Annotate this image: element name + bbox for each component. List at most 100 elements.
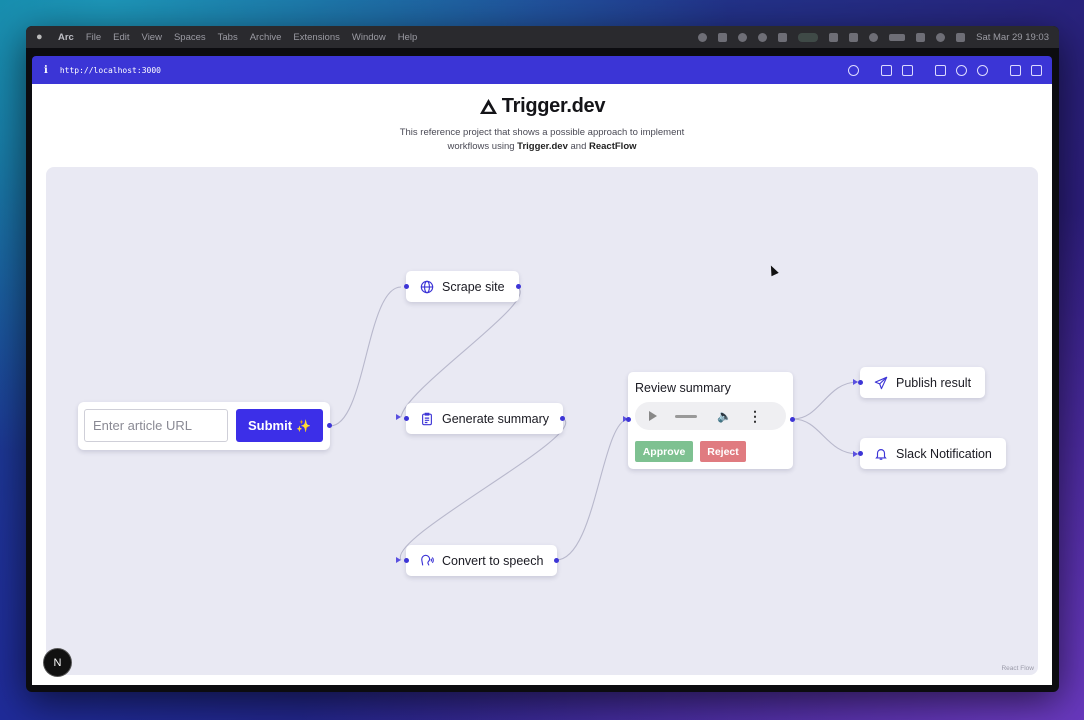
- tray-play-icon[interactable]: [869, 32, 879, 42]
- crosshair-icon[interactable]: [977, 64, 988, 76]
- review-title: Review summary: [635, 381, 731, 395]
- edge-scrape-summary: [400, 286, 521, 418]
- trigger-logo-icon: [479, 98, 497, 115]
- node-generate-summary[interactable]: Generate summary: [404, 403, 565, 434]
- node-label: Slack Notification: [896, 446, 992, 461]
- submit-button[interactable]: Submit ✨: [236, 409, 323, 442]
- submit-label: Submit: [247, 418, 293, 433]
- target-handle[interactable]: [858, 380, 863, 385]
- audio-player: 🔈 ⋮: [635, 402, 786, 430]
- camera-icon[interactable]: [902, 64, 913, 76]
- speech-icon: [421, 554, 434, 565]
- node-label: Scrape site: [442, 279, 505, 294]
- send-icon: [874, 376, 888, 389]
- browser-toolbar: i http://localhost:3000: [32, 56, 1052, 84]
- menu-file[interactable]: File: [86, 32, 101, 43]
- menu-help[interactable]: Help: [398, 32, 418, 43]
- play-icon[interactable]: [649, 411, 657, 421]
- volume-icon[interactable]: 🔈: [717, 409, 732, 423]
- source-handle[interactable]: [559, 416, 565, 421]
- menu-view[interactable]: View: [142, 32, 162, 43]
- edge-review-slack: [792, 418, 859, 455]
- edge-arrow-1: [396, 414, 401, 420]
- tray-record-icon[interactable]: [758, 32, 768, 42]
- menu-app-arc[interactable]: Arc: [58, 32, 74, 43]
- target-handle[interactable]: [404, 284, 409, 289]
- audio-progress[interactable]: [675, 414, 697, 418]
- tray-grid-icon[interactable]: [778, 32, 788, 42]
- browser-window: ● Arc File Edit View Spaces Tabs Archive…: [26, 26, 1059, 692]
- tray-wifi-icon[interactable]: [916, 32, 926, 42]
- bell-icon: [875, 448, 887, 460]
- node-label: Convert to speech: [442, 553, 544, 568]
- source-handle[interactable]: [515, 284, 521, 289]
- node-review-summary[interactable]: Review summary 🔈 ⋮ Approve Reject: [626, 372, 795, 469]
- menu-window[interactable]: Window: [352, 32, 386, 43]
- clipboard-icon: [422, 412, 432, 425]
- menu-archive[interactable]: Archive: [250, 32, 282, 43]
- input-node-source-handle[interactable]: [327, 423, 332, 428]
- reject-button[interactable]: Reject: [700, 441, 746, 462]
- tray-sun-icon[interactable]: [738, 32, 748, 42]
- menu-edit[interactable]: Edit: [113, 32, 129, 43]
- subtitle-and: and: [567, 141, 589, 152]
- edge-review-publish: [792, 381, 859, 420]
- target-handle[interactable]: [404, 416, 409, 421]
- tray-control-center-icon[interactable]: [956, 32, 966, 42]
- node-label: Generate summary: [442, 411, 549, 426]
- nextjs-dev-badge[interactable]: N: [44, 649, 71, 676]
- node-convert-to-speech[interactable]: Convert to speech: [404, 545, 560, 576]
- url-input-node: Submit ✨: [78, 402, 332, 450]
- menu-tabs[interactable]: Tabs: [218, 32, 238, 43]
- tray-search-icon[interactable]: [936, 32, 946, 42]
- edge-speech-review: [555, 418, 629, 561]
- subtitle-prefix: workflows using: [447, 141, 518, 152]
- edge-summary-speech: [399, 417, 567, 561]
- tray-bluetooth-icon[interactable]: [829, 32, 839, 42]
- brand-logo[interactable]: Trigger.dev: [32, 95, 1052, 118]
- site-info-icon[interactable]: i: [44, 65, 48, 76]
- approve-button[interactable]: Approve: [635, 441, 693, 462]
- page-content: Trigger.dev This reference project that …: [32, 84, 1052, 685]
- flow-canvas[interactable]: Submit ✨ Scrape site Generate summary: [46, 167, 1038, 675]
- capture-icon[interactable]: [881, 64, 892, 76]
- menu-extensions[interactable]: Extensions: [293, 32, 339, 43]
- macos-menubar: ● Arc File Edit View Spaces Tabs Archive…: [26, 26, 1059, 48]
- edge-submit-scrape: [329, 286, 402, 427]
- node-scrape-site[interactable]: Scrape site: [404, 271, 521, 302]
- article-url-input[interactable]: [84, 409, 228, 442]
- subtitle-brand-trigger: Trigger.dev: [517, 141, 568, 152]
- target-handle[interactable]: [404, 558, 409, 563]
- dev-tools-icon[interactable]: [1010, 64, 1021, 76]
- subtitle-line-2: workflows using Trigger.dev and ReactFlo…: [32, 140, 1052, 154]
- target-handle[interactable]: [626, 417, 631, 422]
- menu-spaces[interactable]: Spaces: [174, 32, 206, 43]
- node-label: Publish result: [896, 375, 972, 390]
- address-url[interactable]: http://localhost:3000: [60, 66, 161, 75]
- target-handle[interactable]: [858, 451, 863, 456]
- tray-shield-icon[interactable]: [718, 32, 728, 42]
- menubar-clock[interactable]: Sat Mar 29 19:03: [976, 32, 1049, 43]
- page-subtitle: This reference project that shows a poss…: [32, 126, 1052, 154]
- node-slack-notification[interactable]: Slack Notification: [858, 438, 1006, 469]
- tab-icon[interactable]: [935, 64, 946, 76]
- more-options-icon[interactable]: ⋮: [748, 408, 762, 425]
- tray-activity-icon[interactable]: [798, 32, 819, 42]
- tray-battery-icon[interactable]: [889, 33, 906, 41]
- globe-icon[interactable]: [956, 64, 967, 76]
- brand-name: Trigger.dev: [501, 95, 606, 117]
- tray-volume-icon[interactable]: [849, 32, 859, 42]
- tray-app-icon[interactable]: [698, 32, 708, 42]
- subtitle-line-1: This reference project that shows a poss…: [399, 127, 685, 138]
- apple-menu-icon[interactable]: ●: [36, 31, 48, 43]
- browser-tools: [848, 64, 1042, 76]
- subtitle-brand-reactflow: ReactFlow: [589, 141, 637, 152]
- globe-icon: [420, 280, 434, 293]
- source-handle[interactable]: [790, 417, 795, 422]
- menubar-tray: Sat Mar 29 19:03: [698, 32, 1049, 43]
- node-publish-result[interactable]: Publish result: [858, 367, 986, 398]
- copy-link-icon[interactable]: [848, 64, 859, 76]
- react-flow-attribution[interactable]: React Flow: [1001, 665, 1034, 672]
- split-view-icon[interactable]: [1031, 64, 1042, 76]
- sparkle-icon: ✨: [296, 418, 311, 433]
